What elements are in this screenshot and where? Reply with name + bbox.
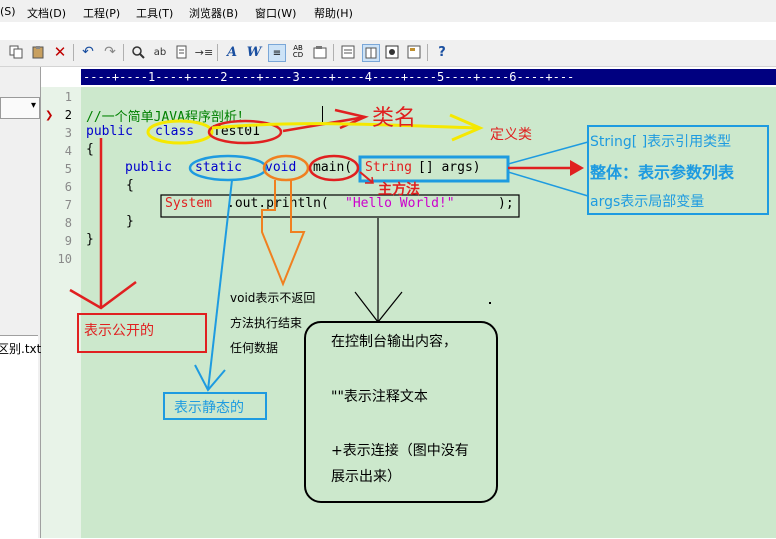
void-arrow (261, 180, 306, 287)
stray-dot (489, 302, 491, 304)
annotation-define-class: 定义类 (490, 127, 532, 143)
annotation-void-line: 任何数据 (230, 341, 279, 355)
annotation-args-local: args表示局部变量 (590, 194, 705, 210)
params-highlight-box (358, 155, 510, 183)
annotation-console-line: 在控制台输出内容， (331, 334, 457, 350)
params-arrowhead (570, 160, 584, 176)
annotation-string-array: String[ ]表示引用类型 (590, 134, 732, 150)
string-array-line (507, 141, 589, 165)
println-highlight-box (160, 194, 520, 218)
static-ellipse (188, 154, 268, 182)
annotation-public: 表示公开的 (84, 323, 154, 339)
annotation-main-method: 主方法 (378, 182, 420, 198)
annotation-void-line: 方法执行结束 (230, 316, 303, 330)
annotation-class-name: 类名 (372, 106, 417, 131)
static-arrow-line (207, 179, 233, 391)
annotation-static: 表示静态的 (174, 400, 244, 416)
annotation-console-line: ""表示注释文本 (331, 389, 428, 405)
annotation-console-line: 展示出来） (331, 469, 401, 485)
main-ellipse (308, 154, 360, 182)
args-line (507, 171, 589, 197)
class-keyword-ellipse (146, 119, 214, 145)
public-arrowhead (69, 280, 137, 310)
annotation-void-line: void表示不返回 (230, 291, 316, 305)
annotation-param-list: 整体：表示参数列表 (590, 163, 735, 182)
void-ellipse (262, 154, 310, 182)
annotation-console-line: +表示连接（图中没有 (331, 443, 469, 459)
